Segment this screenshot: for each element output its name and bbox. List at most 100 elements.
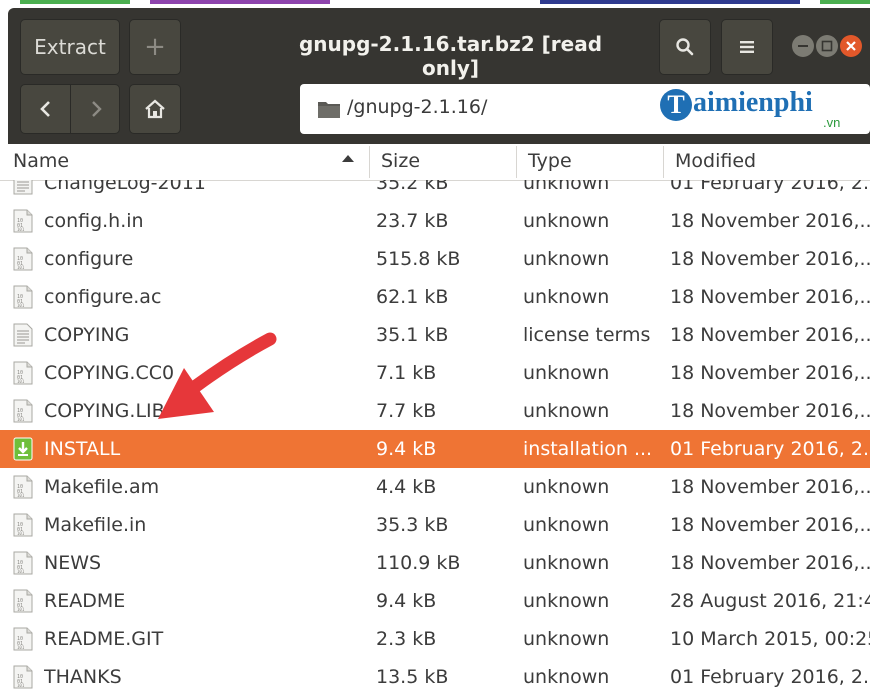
svg-text:101: 101 (17, 265, 25, 270)
binary-file-icon: 1001101 (13, 665, 33, 689)
maximize-icon (821, 40, 833, 52)
file-type: unknown (523, 590, 610, 612)
svg-text:101: 101 (17, 303, 25, 308)
chevron-right-icon (91, 101, 102, 117)
file-type: unknown (523, 362, 610, 384)
column-header-name[interactable]: Name (13, 144, 368, 180)
file-size: 4.4 kB (376, 476, 437, 498)
back-button[interactable] (21, 85, 70, 133)
file-modified: 18 November 2016,.. (670, 362, 870, 384)
maximize-button[interactable] (816, 35, 838, 57)
svg-text:101: 101 (17, 683, 25, 688)
file-size: 2.3 kB (376, 628, 437, 650)
file-modified: 18 November 2016,.. (670, 324, 870, 346)
file-name: NEWS (44, 552, 102, 574)
file-modified: 18 November 2016,.. (670, 210, 870, 232)
svg-text:101: 101 (17, 379, 25, 384)
file-size: 7.7 kB (376, 400, 437, 422)
column-header-size[interactable]: Size (381, 144, 516, 180)
file-row[interactable]: 10 01 101 Makefile.am 4.4 kB unknown 18 Novemb… (0, 468, 870, 506)
extract-button[interactable]: Extract (20, 19, 120, 75)
install-file-icon (13, 437, 33, 461)
file-name: configure (44, 248, 134, 270)
file-name: config.h.in (44, 210, 144, 232)
binary-file-icon: 1001101 (13, 551, 33, 575)
search-button[interactable] (659, 19, 711, 75)
svg-text:101: 101 (17, 645, 25, 650)
file-modified: 18 November 2016,.. (670, 286, 870, 308)
minimize-icon (798, 45, 808, 47)
binary-file-icon: 1001101 (13, 361, 33, 385)
file-size: 515.8 kB (376, 248, 461, 270)
file-row[interactable]: 10 01 101 Makefile.in 35.3 kB unknown 18 Novem… (0, 506, 870, 544)
binary-file-icon: 1001101 (13, 285, 33, 309)
column-header-row: Name Size Type Modified (0, 144, 870, 181)
search-icon (676, 38, 694, 56)
file-size: 62.1 kB (376, 286, 449, 308)
svg-text:101: 101 (17, 607, 25, 612)
file-name: THANKS (44, 666, 122, 688)
file-modified: 01 February 2016, 2.. (670, 438, 870, 460)
file-row[interactable]: 10 01 101 NEWS 110.9 kB unknown 18 November 20… (0, 544, 870, 582)
file-name: COPYING (44, 324, 130, 346)
sort-ascending-icon (342, 155, 354, 162)
window-title: gnupg-2.1.16.tar.bz2 [read only] (298, 32, 603, 80)
file-size: 35.3 kB (376, 514, 449, 536)
location-bar[interactable]: /gnupg-2.1.16/ T aimienphi .vn (300, 84, 870, 134)
file-row[interactable]: COPYING 35.1 kB license terms 18 November 2… (0, 316, 870, 354)
column-header-modified[interactable]: Modified (675, 144, 870, 180)
file-size: 9.4 kB (376, 438, 437, 460)
folder-icon (318, 102, 340, 118)
file-type: unknown (523, 248, 610, 270)
chevron-left-icon (39, 101, 50, 117)
file-row[interactable]: 10 01 101 README 9.4 kB unknown 28 August 2016… (0, 582, 870, 620)
text-file-icon (13, 323, 33, 347)
column-header-type[interactable]: Type (528, 144, 663, 180)
file-row[interactable]: 10 01 101 config.h.in 23.7 kB unknown 18 Novem… (0, 202, 870, 240)
file-modified: 18 November 2016,.. (670, 476, 870, 498)
file-row[interactable]: ChangeLog-2011 35.2 kB unknown 01 February … (0, 180, 870, 202)
home-button[interactable] (129, 84, 181, 134)
add-files-button[interactable]: + (129, 19, 181, 75)
svg-text:101: 101 (17, 417, 25, 422)
file-row[interactable]: 10 01 101 configure.ac 62.1 kB unknown 18 Nove… (0, 278, 870, 316)
file-row[interactable]: 10 01 101 README.GIT 2.3 kB unknown 10 March 2… (0, 620, 870, 658)
header-bar: Extract + gnupg-2.1.16.tar.bz2 [read onl… (8, 8, 870, 144)
binary-file-icon: 1001101 (13, 399, 33, 423)
file-modified: 28 August 2016, 21:4 (670, 590, 870, 612)
menu-button[interactable] (721, 19, 773, 75)
file-row[interactable]: 10 01 101 configure 515.8 kB unknown 18 Novemb… (0, 240, 870, 278)
brand-initial: T (660, 89, 692, 121)
file-type: unknown (523, 286, 610, 308)
minimize-button[interactable] (792, 35, 814, 57)
file-row[interactable]: INSTALL 9.4 kB installation ... 01 February… (0, 430, 870, 468)
file-size: 7.1 kB (376, 362, 437, 384)
binary-file-icon: 1001101 (13, 513, 33, 537)
brand-tld: .vn (823, 115, 841, 130)
file-name: Makefile.am (44, 476, 160, 498)
file-type: unknown (523, 628, 610, 650)
file-type: installation ... (523, 438, 653, 460)
file-modified: 18 November 2016,.. (670, 400, 870, 422)
file-row[interactable]: 10 01 101 THANKS 13.5 kB unknown 01 February 2… (0, 658, 870, 696)
hamburger-menu-icon (740, 41, 754, 53)
forward-button[interactable] (71, 85, 120, 133)
file-name: configure.ac (44, 286, 162, 308)
binary-file-icon: 1001101 (13, 627, 33, 651)
file-row[interactable]: 10 01 101 COPYING.CC0 7.1 kB unknown 18 Novemb… (0, 354, 870, 392)
file-modified: 01 February 2016, 2.. (670, 180, 870, 194)
svg-text:101: 101 (17, 493, 25, 498)
file-modified: 01 February 2016, 2.. (670, 666, 870, 688)
file-type: unknown (523, 552, 610, 574)
file-size: 23.7 kB (376, 210, 449, 232)
file-modified: 18 November 2016,.. (670, 248, 870, 270)
file-row[interactable]: 10 01 101 COPYING.LIB 7.7 kB unknown 18 Novemb… (0, 392, 870, 430)
file-list: ChangeLog-2011 35.2 kB unknown 01 February … (0, 180, 870, 696)
svg-text:101: 101 (17, 227, 25, 232)
binary-file-icon: 1001101 (13, 247, 33, 271)
file-name: ChangeLog-2011 (44, 180, 206, 194)
file-type: unknown (523, 400, 610, 422)
file-name: README.GIT (44, 628, 164, 650)
close-icon (846, 41, 856, 51)
close-button[interactable] (840, 35, 862, 57)
